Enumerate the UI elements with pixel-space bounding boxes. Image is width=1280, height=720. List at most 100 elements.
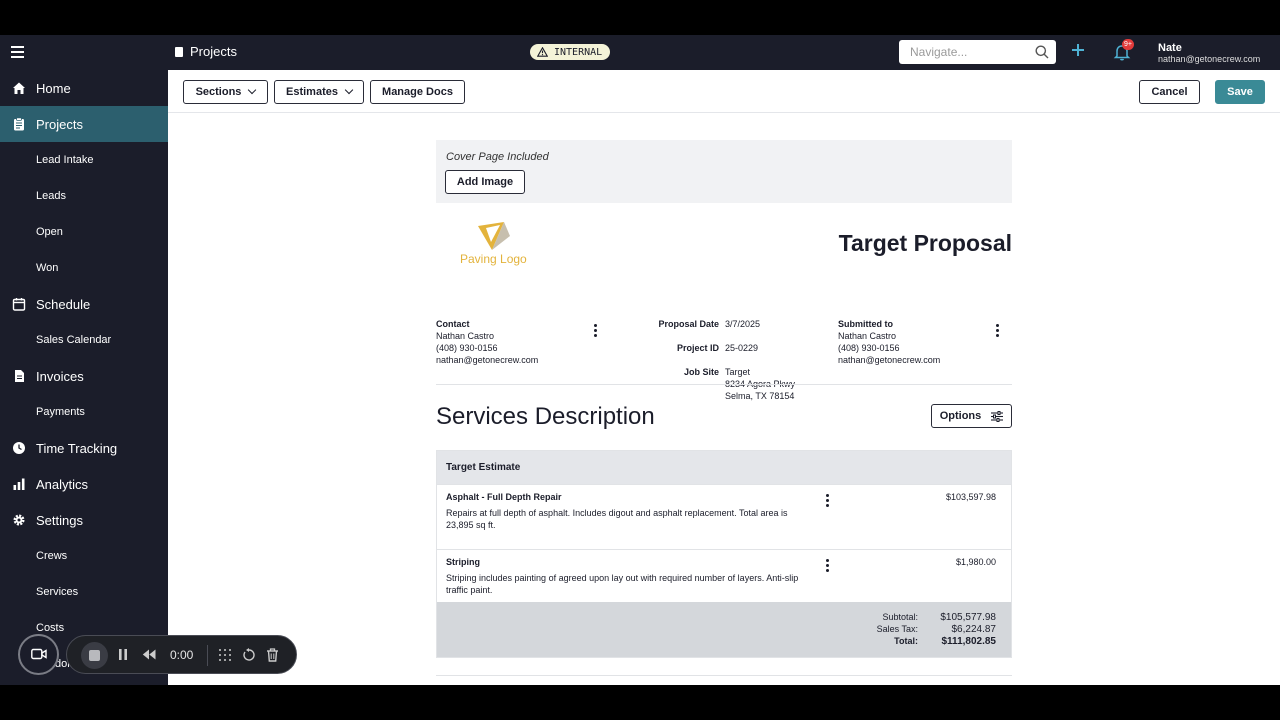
- page-title: Projects: [175, 44, 237, 59]
- sidebar-item-projects[interactable]: Projects: [0, 106, 168, 142]
- sidebar-item-settings[interactable]: Settings: [0, 502, 168, 538]
- job-site-label-text: Job Site: [683, 367, 719, 377]
- sidebar-item-invoices[interactable]: Invoices: [0, 358, 168, 394]
- service-amount: $103,597.98: [945, 492, 996, 502]
- sidebar-item-lead-intake[interactable]: Lead Intake: [0, 142, 168, 178]
- contact-email: nathan@getonecrew.com: [436, 355, 539, 365]
- project-id-value: 25-0229: [725, 343, 759, 353]
- sidebar-item-label: Home: [36, 80, 71, 96]
- sliders-icon: [991, 410, 1004, 422]
- sidebar-item-home[interactable]: Home: [0, 70, 168, 106]
- submitted-heading: Submitted to: [838, 319, 893, 329]
- services-description-title: Services Description: [436, 403, 655, 430]
- document-toolbar: Sections Estimates Manage Docs Cancel Sa…: [168, 70, 1280, 113]
- service-amount: $1,980.00: [955, 557, 996, 567]
- pause-icon[interactable]: [118, 648, 128, 661]
- internal-badge: INTERNAL: [530, 44, 611, 60]
- total-value: $111,802.85: [941, 636, 996, 647]
- sections-dropdown-button[interactable]: Sections: [183, 80, 268, 104]
- sidebar-item-won[interactable]: Won: [0, 250, 168, 286]
- sidebar-item-open[interactable]: Open: [0, 214, 168, 250]
- sidebar: Home Projects Lead Intake Leads Open Won…: [0, 70, 168, 685]
- job-site-line: Target: [725, 367, 751, 377]
- sidebar-item-label: Costs: [36, 622, 65, 634]
- sidebar-item-leads[interactable]: Leads: [0, 178, 168, 214]
- camera-toggle-button[interactable]: [18, 634, 59, 675]
- cancel-button[interactable]: Cancel: [1139, 80, 1200, 104]
- app-frame: Projects INTERNAL 9+ Nate nathan@getonec…: [0, 35, 1280, 685]
- page-title-text: Projects: [190, 44, 237, 59]
- sidebar-item-payments[interactable]: Payments: [0, 394, 168, 430]
- submitted-more-icon[interactable]: [996, 324, 1000, 338]
- service-more-icon[interactable]: [826, 559, 830, 573]
- add-image-button[interactable]: Add Image: [445, 170, 525, 194]
- submitted-to-block: Submitted to Nathan Castro (408) 930-015…: [838, 318, 940, 366]
- project-id-label: Project ID: [626, 342, 719, 354]
- subtotal-label: Subtotal:: [882, 612, 918, 622]
- user-email: nathan@getonecrew.com: [1158, 54, 1261, 64]
- sidebar-item-time-tracking[interactable]: Time Tracking: [0, 430, 168, 466]
- document-icon: [15, 370, 24, 382]
- estimates-dropdown-button[interactable]: Estimates: [274, 80, 364, 104]
- sidebar-item-label: Won: [36, 262, 59, 274]
- sales-tax-value: $6,224.87: [951, 624, 997, 635]
- sales-tax-label: Sales Tax:: [876, 624, 918, 634]
- grid-dots-icon[interactable]: [218, 648, 232, 662]
- service-description: Striping includes painting of agreed upo…: [446, 573, 799, 595]
- cover-page-panel: Cover Page Included Add Image: [436, 140, 1012, 203]
- navigate-search[interactable]: [899, 40, 1056, 64]
- subtotal-value: $105,577.98: [940, 612, 996, 623]
- manage-docs-button[interactable]: Manage Docs: [370, 80, 465, 104]
- chevron-down-icon: [344, 85, 354, 95]
- stop-icon: [89, 650, 100, 661]
- rewind-icon[interactable]: [142, 648, 156, 661]
- search-icon[interactable]: [1035, 45, 1049, 59]
- sidebar-item-label: Leads: [36, 190, 66, 202]
- proposal-date-label: Proposal Date: [626, 318, 719, 330]
- add-new-button[interactable]: [1070, 43, 1086, 59]
- sidebar-item-services[interactable]: Services: [0, 574, 168, 610]
- service-name: Asphalt - Full Depth Repair: [446, 492, 562, 502]
- options-label: Options: [939, 410, 982, 422]
- sidebar-item-label: Crews: [36, 550, 68, 562]
- submitted-phone: (408) 930-0156: [838, 343, 900, 353]
- contact-block: Contact Nathan Castro (408) 930-0156 nat…: [436, 318, 538, 366]
- contact-more-icon[interactable]: [594, 324, 598, 338]
- sidebar-item-crews[interactable]: Crews: [0, 538, 168, 574]
- document-icon: [175, 46, 183, 57]
- proposal-date-value: 3/7/2025: [725, 319, 761, 329]
- service-description: Repairs at full depth of asphalt. Includ…: [446, 508, 788, 530]
- plus-icon: [1072, 44, 1084, 56]
- save-button[interactable]: Save: [1215, 80, 1265, 104]
- sidebar-item-label: Settings: [36, 512, 83, 528]
- estimate-totals: Subtotal: $105,577.98 Sales Tax: $6,224.…: [437, 602, 1011, 657]
- clipboard-icon: [14, 117, 24, 131]
- navigate-input[interactable]: [910, 41, 1030, 63]
- trash-icon[interactable]: [266, 648, 279, 662]
- sidebar-item-label: Services: [36, 586, 79, 598]
- sidebar-item-label: Lead Intake: [36, 154, 94, 166]
- gear-icon: [13, 514, 25, 526]
- submitted-name: Nathan Castro: [838, 331, 897, 341]
- sidebar-item-label: Projects: [36, 116, 83, 132]
- contact-name: Nathan Castro: [436, 331, 495, 341]
- sidebar-item-label: Schedule: [36, 296, 91, 312]
- options-button[interactable]: Options: [931, 404, 1012, 428]
- section-divider: [436, 384, 1012, 385]
- table-row: Asphalt - Full Depth Repair Repairs at f…: [437, 484, 1011, 549]
- recorder-controls: 0:00: [66, 635, 297, 674]
- estimates-label: Estimates: [286, 86, 338, 98]
- notification-count-badge: 9+: [1122, 39, 1134, 50]
- service-more-icon[interactable]: [826, 494, 830, 508]
- sidebar-item-sales-calendar[interactable]: Sales Calendar: [0, 322, 168, 358]
- sidebar-item-schedule[interactable]: Schedule: [0, 286, 168, 322]
- hamburger-menu-icon[interactable]: [11, 46, 24, 58]
- recording-timer: 0:00: [170, 648, 194, 662]
- sidebar-item-label: Invoices: [36, 368, 84, 384]
- sidebar-item-label: Time Tracking: [36, 440, 118, 456]
- stop-recording-button[interactable]: [81, 642, 108, 669]
- user-name[interactable]: Nate: [1158, 42, 1182, 54]
- restart-icon[interactable]: [242, 648, 256, 662]
- sidebar-item-analytics[interactable]: Analytics: [0, 466, 168, 502]
- home-icon: [13, 82, 25, 94]
